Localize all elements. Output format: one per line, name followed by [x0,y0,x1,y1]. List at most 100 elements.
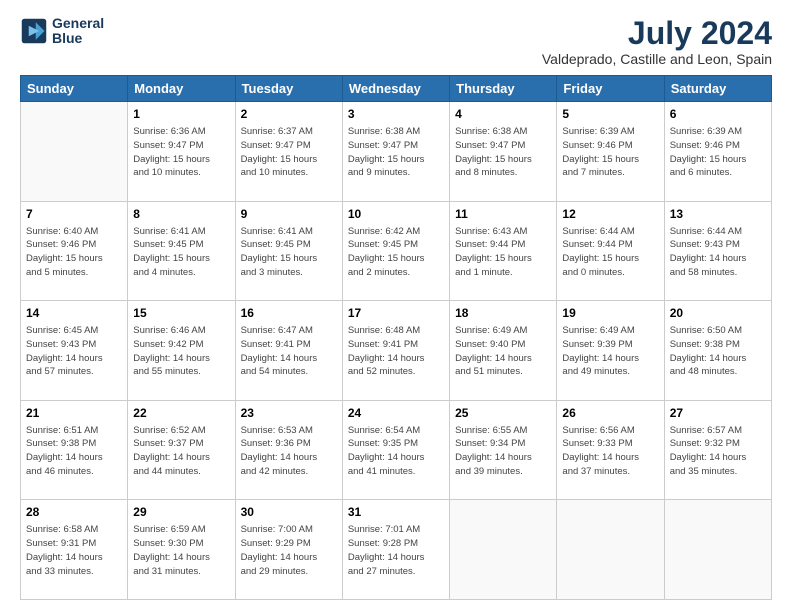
day-info: Sunrise: 6:41 AM Sunset: 9:45 PM Dayligh… [133,225,229,280]
day-cell: 29 Sunrise: 6:59 AM Sunset: 9:30 PM Dayli… [128,500,235,600]
day-number: 25 [455,405,551,422]
day-info: Sunrise: 6:45 AM Sunset: 9:43 PM Dayligh… [26,324,122,379]
day-cell [450,500,557,600]
day-number: 16 [241,305,337,322]
day-cell: 4 Sunrise: 6:38 AM Sunset: 9:47 PM Daylig… [450,102,557,202]
day-info: Sunrise: 6:38 AM Sunset: 9:47 PM Dayligh… [455,125,551,180]
day-info: Sunrise: 6:39 AM Sunset: 9:46 PM Dayligh… [670,125,766,180]
day-cell: 21 Sunrise: 6:51 AM Sunset: 9:38 PM Dayli… [21,400,128,500]
day-info: Sunrise: 6:44 AM Sunset: 9:43 PM Dayligh… [670,225,766,280]
day-info: Sunrise: 6:48 AM Sunset: 9:41 PM Dayligh… [348,324,444,379]
day-info: Sunrise: 6:55 AM Sunset: 9:34 PM Dayligh… [455,424,551,479]
day-header-friday: Friday [557,76,664,102]
day-info: Sunrise: 6:49 AM Sunset: 9:40 PM Dayligh… [455,324,551,379]
logo-line2: Blue [52,31,104,46]
day-info: Sunrise: 6:38 AM Sunset: 9:47 PM Dayligh… [348,125,444,180]
day-number: 4 [455,106,551,123]
week-row-1: 1 Sunrise: 6:36 AM Sunset: 9:47 PM Daylig… [21,102,772,202]
week-row-4: 21 Sunrise: 6:51 AM Sunset: 9:38 PM Dayli… [21,400,772,500]
day-number: 8 [133,206,229,223]
day-info: Sunrise: 6:44 AM Sunset: 9:44 PM Dayligh… [562,225,658,280]
day-number: 17 [348,305,444,322]
day-info: Sunrise: 6:42 AM Sunset: 9:45 PM Dayligh… [348,225,444,280]
day-number: 3 [348,106,444,123]
day-cell: 14 Sunrise: 6:45 AM Sunset: 9:43 PM Dayli… [21,301,128,401]
day-cell: 31 Sunrise: 7:01 AM Sunset: 9:28 PM Dayli… [342,500,449,600]
day-cell [21,102,128,202]
day-cell [557,500,664,600]
day-info: Sunrise: 6:36 AM Sunset: 9:47 PM Dayligh… [133,125,229,180]
day-number: 30 [241,504,337,521]
day-info: Sunrise: 6:52 AM Sunset: 9:37 PM Dayligh… [133,424,229,479]
day-info: Sunrise: 6:51 AM Sunset: 9:38 PM Dayligh… [26,424,122,479]
day-cell: 16 Sunrise: 6:47 AM Sunset: 9:41 PM Dayli… [235,301,342,401]
day-number: 5 [562,106,658,123]
day-number: 21 [26,405,122,422]
day-header-wednesday: Wednesday [342,76,449,102]
day-header-sunday: Sunday [21,76,128,102]
day-cell [664,500,771,600]
day-number: 15 [133,305,229,322]
day-number: 26 [562,405,658,422]
day-number: 9 [241,206,337,223]
day-cell: 12Sunrise: 6:44 AM Sunset: 9:44 PM Dayli… [557,201,664,301]
day-cell: 10 Sunrise: 6:42 AM Sunset: 9:45 PM Dayli… [342,201,449,301]
day-info: Sunrise: 7:01 AM Sunset: 9:28 PM Dayligh… [348,523,444,578]
day-cell: 26 Sunrise: 6:56 AM Sunset: 9:33 PM Dayli… [557,400,664,500]
day-info: Sunrise: 6:50 AM Sunset: 9:38 PM Dayligh… [670,324,766,379]
week-row-2: 7Sunrise: 6:40 AM Sunset: 9:46 PM Daylig… [21,201,772,301]
day-number: 10 [348,206,444,223]
day-header-thursday: Thursday [450,76,557,102]
day-number: 13 [670,206,766,223]
day-info: Sunrise: 6:37 AM Sunset: 9:47 PM Dayligh… [241,125,337,180]
logo-line1: General [52,16,104,31]
day-number: 29 [133,504,229,521]
title-block: July 2024 Valdeprado, Castille and Leon,… [542,16,772,67]
day-info: Sunrise: 6:39 AM Sunset: 9:46 PM Dayligh… [562,125,658,180]
day-number: 2 [241,106,337,123]
day-number: 22 [133,405,229,422]
day-info: Sunrise: 6:58 AM Sunset: 9:31 PM Dayligh… [26,523,122,578]
day-info: Sunrise: 6:56 AM Sunset: 9:33 PM Dayligh… [562,424,658,479]
day-cell: 25 Sunrise: 6:55 AM Sunset: 9:34 PM Dayli… [450,400,557,500]
day-number: 19 [562,305,658,322]
day-number: 24 [348,405,444,422]
day-cell: 20 Sunrise: 6:50 AM Sunset: 9:38 PM Dayli… [664,301,771,401]
week-row-5: 28Sunrise: 6:58 AM Sunset: 9:31 PM Dayli… [21,500,772,600]
day-info: Sunrise: 6:59 AM Sunset: 9:30 PM Dayligh… [133,523,229,578]
day-cell: 23Sunrise: 6:53 AM Sunset: 9:36 PM Dayli… [235,400,342,500]
day-info: Sunrise: 6:53 AM Sunset: 9:36 PM Dayligh… [241,424,337,479]
day-cell: 1 Sunrise: 6:36 AM Sunset: 9:47 PM Daylig… [128,102,235,202]
day-number: 7 [26,206,122,223]
day-header-saturday: Saturday [664,76,771,102]
day-cell: 8 Sunrise: 6:41 AM Sunset: 9:45 PM Daylig… [128,201,235,301]
day-cell: 18 Sunrise: 6:49 AM Sunset: 9:40 PM Dayli… [450,301,557,401]
day-cell: 5 Sunrise: 6:39 AM Sunset: 9:46 PM Daylig… [557,102,664,202]
day-cell: 27Sunrise: 6:57 AM Sunset: 9:32 PM Dayli… [664,400,771,500]
day-cell: 9 Sunrise: 6:41 AM Sunset: 9:45 PM Daylig… [235,201,342,301]
day-number: 18 [455,305,551,322]
day-cell: 3 Sunrise: 6:38 AM Sunset: 9:47 PM Daylig… [342,102,449,202]
day-number: 1 [133,106,229,123]
day-cell: 19Sunrise: 6:49 AM Sunset: 9:39 PM Dayli… [557,301,664,401]
logo-icon [20,17,48,45]
day-cell: 24Sunrise: 6:54 AM Sunset: 9:35 PM Dayli… [342,400,449,500]
day-header-tuesday: Tuesday [235,76,342,102]
main-title: July 2024 [542,16,772,51]
day-info: Sunrise: 6:47 AM Sunset: 9:41 PM Dayligh… [241,324,337,379]
subtitle: Valdeprado, Castille and Leon, Spain [542,51,772,67]
day-info: Sunrise: 6:41 AM Sunset: 9:45 PM Dayligh… [241,225,337,280]
day-number: 31 [348,504,444,521]
day-number: 20 [670,305,766,322]
day-cell: 15 Sunrise: 6:46 AM Sunset: 9:42 PM Dayli… [128,301,235,401]
day-cell: 13 Sunrise: 6:44 AM Sunset: 9:43 PM Dayli… [664,201,771,301]
page: General Blue July 2024 Valdeprado, Casti… [0,0,792,612]
calendar-header-row: SundayMondayTuesdayWednesdayThursdayFrid… [21,76,772,102]
day-info: Sunrise: 6:57 AM Sunset: 9:32 PM Dayligh… [670,424,766,479]
day-cell: 6Sunrise: 6:39 AM Sunset: 9:46 PM Daylig… [664,102,771,202]
day-number: 14 [26,305,122,322]
day-info: Sunrise: 6:46 AM Sunset: 9:42 PM Dayligh… [133,324,229,379]
day-cell: 7Sunrise: 6:40 AM Sunset: 9:46 PM Daylig… [21,201,128,301]
day-cell: 11Sunrise: 6:43 AM Sunset: 9:44 PM Dayli… [450,201,557,301]
day-cell: 30Sunrise: 7:00 AM Sunset: 9:29 PM Dayli… [235,500,342,600]
